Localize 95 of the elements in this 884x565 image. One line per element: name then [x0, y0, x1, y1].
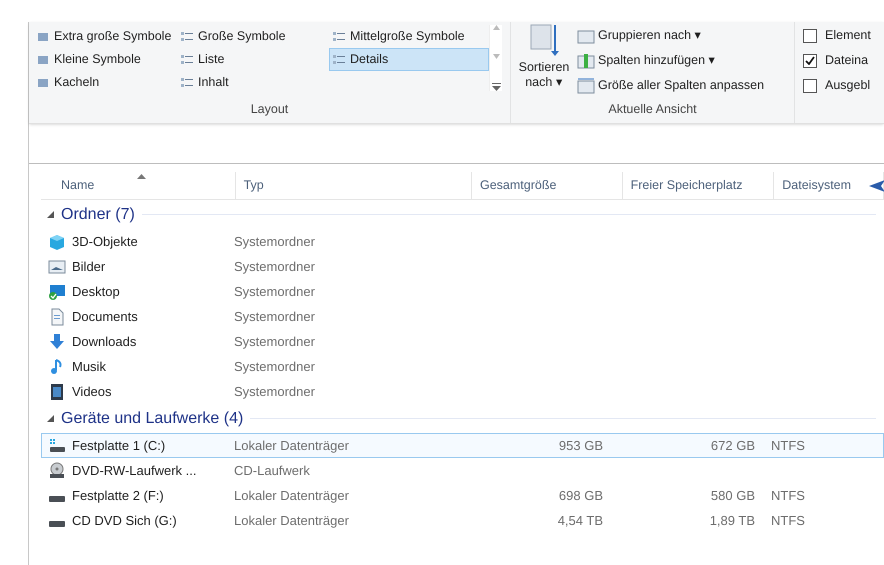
item-name: Videos: [72, 382, 112, 401]
picture-icon: [48, 258, 66, 276]
item-name: CD DVD Sich (G:): [72, 512, 177, 530]
column-header[interactable]: Typ: [236, 172, 472, 199]
view-icon: [333, 54, 345, 66]
free-space: 580 GB: [710, 486, 755, 505]
group-label: Layout: [250, 101, 290, 118]
layout-option[interactable]: Extra große Symbole: [33, 25, 177, 48]
view-icon: [181, 76, 193, 88]
file-row[interactable]: Festplatte 2 (F:) Lokaler Datenträger 698 GB 580 GB NTFS: [41, 483, 884, 508]
item-type: Lokaler Datenträger: [233, 512, 350, 530]
item-name: Musik: [72, 358, 106, 376]
item-name: Festplatte 2 (F:): [72, 486, 164, 505]
sort-button[interactable]: Sortieren nach ▾: [511, 23, 577, 98]
file-row[interactable]: Festplatte 1 (C:) Lokaler Datenträger 953 GB 672 GB NTFS: [41, 433, 884, 458]
view-icon: [333, 30, 345, 42]
checkmark-icon: [805, 56, 815, 65]
file-row[interactable]: Desktop Systemordner: [41, 279, 884, 304]
file-row[interactable]: CD DVD Sich (G:) Lokaler Datenträger 4,54 TB 1,89 TB NTFS: [41, 508, 884, 533]
file-row[interactable]: 3D-Objekte Systemordner: [41, 229, 884, 254]
column-header[interactable]: Name: [41, 172, 236, 199]
file-system: NTFS: [771, 438, 805, 453]
file-system: NTFS: [771, 512, 805, 528]
sort-ascending-icon: [137, 174, 146, 179]
item-name: 3D-Objekte: [72, 232, 138, 251]
disc-drive-icon: [48, 462, 66, 480]
layout-option[interactable]: Liste: [177, 48, 329, 71]
file-row[interactable]: DVD-RW-Laufwerk ... CD-Laufwerk: [41, 458, 884, 483]
column-header[interactable]: Gesamtgröße: [472, 172, 623, 199]
file-row[interactable]: Documents Systemordner: [41, 304, 884, 329]
option-checkbox[interactable]: Element: [803, 23, 871, 48]
option-checkbox[interactable]: Ausgebl: [803, 73, 871, 98]
file-row[interactable]: Musik Systemordner: [41, 354, 884, 379]
free-space: 1,89 TB: [710, 512, 755, 530]
view-icon: [37, 30, 49, 42]
file-row[interactable]: Videos Systemordner: [41, 379, 884, 404]
drive-icon: [48, 436, 66, 454]
checkbox[interactable]: [803, 78, 817, 92]
checkbox[interactable]: [803, 28, 817, 42]
column-header[interactable]: Freier Speicherplatz: [622, 172, 774, 199]
item-type: Systemordner: [233, 308, 316, 326]
item-type: Lokaler Datenträger: [233, 486, 350, 505]
item-name: Desktop: [72, 282, 120, 301]
total-size: 953 GB: [558, 436, 603, 455]
layout-option[interactable]: Mittelgroße Symbole: [329, 25, 489, 48]
expand-gallery-icon[interactable]: [492, 83, 500, 91]
file-row[interactable]: Bilder Systemordner: [41, 254, 884, 279]
view-command[interactable]: Spalten hinzufügen ▾: [577, 48, 764, 73]
item-name: DVD-RW-Laufwerk ...: [72, 462, 196, 480]
total-size: 698 GB: [558, 486, 603, 505]
free-space: 672 GB: [710, 436, 755, 455]
download-arrow-icon: [48, 332, 66, 350]
gallery-scrollbar[interactable]: [489, 25, 502, 91]
view-command[interactable]: Größe aller Spalten anpassen: [577, 73, 764, 98]
drive-icon: [49, 520, 65, 526]
layout-option[interactable]: Kleine Symbole: [33, 48, 177, 71]
item-type: Systemordner: [233, 358, 316, 376]
arrow-pointer-icon: [869, 180, 884, 192]
layout-option[interactable]: Große Symbole: [177, 25, 329, 48]
item-type: Systemordner: [233, 332, 316, 351]
view-icon: [181, 30, 193, 42]
view-icon: [181, 54, 193, 66]
columns-icon: [577, 28, 595, 44]
view-icon: [37, 54, 49, 66]
item-type: Lokaler Datenträger: [233, 436, 350, 455]
item-type: Systemordner: [233, 258, 316, 276]
item-name: Documents: [72, 308, 138, 326]
collapse-icon[interactable]: [47, 211, 54, 218]
item-type: Systemordner: [233, 232, 316, 251]
item-type: CD-Laufwerk: [233, 462, 311, 480]
group-header[interactable]: Ordner (7): [61, 202, 135, 226]
group-label: Aktuelle Ansicht: [607, 101, 698, 118]
view-icon: [37, 76, 49, 88]
view-command[interactable]: Gruppieren nach ▾: [577, 23, 764, 48]
item-type: Systemordner: [233, 382, 316, 401]
total-size: 4,54 TB: [558, 512, 603, 530]
collapse-icon[interactable]: [47, 415, 54, 422]
columns-icon: [577, 52, 595, 68]
film-icon: [48, 382, 66, 400]
file-system: NTFS: [771, 488, 805, 503]
monitor-icon: [48, 282, 66, 300]
option-checkbox[interactable]: Dateina: [803, 48, 871, 73]
item-name: Bilder: [72, 258, 106, 276]
item-name: Festplatte 1 (C:): [72, 436, 166, 455]
layout-option[interactable]: Kacheln: [33, 71, 177, 94]
checkbox[interactable]: [803, 54, 817, 68]
item-type: Systemordner: [233, 282, 316, 301]
file-row[interactable]: Downloads Systemordner: [41, 329, 884, 354]
layout-option[interactable]: Inhalt: [177, 71, 329, 94]
columns-icon: [577, 78, 595, 94]
drive-icon: [49, 496, 65, 502]
item-name: Downloads: [72, 332, 136, 351]
group-header[interactable]: Geräte und Laufwerke (4): [61, 406, 244, 430]
layout-option[interactable]: Details: [329, 48, 489, 71]
cube-icon: [48, 232, 66, 250]
